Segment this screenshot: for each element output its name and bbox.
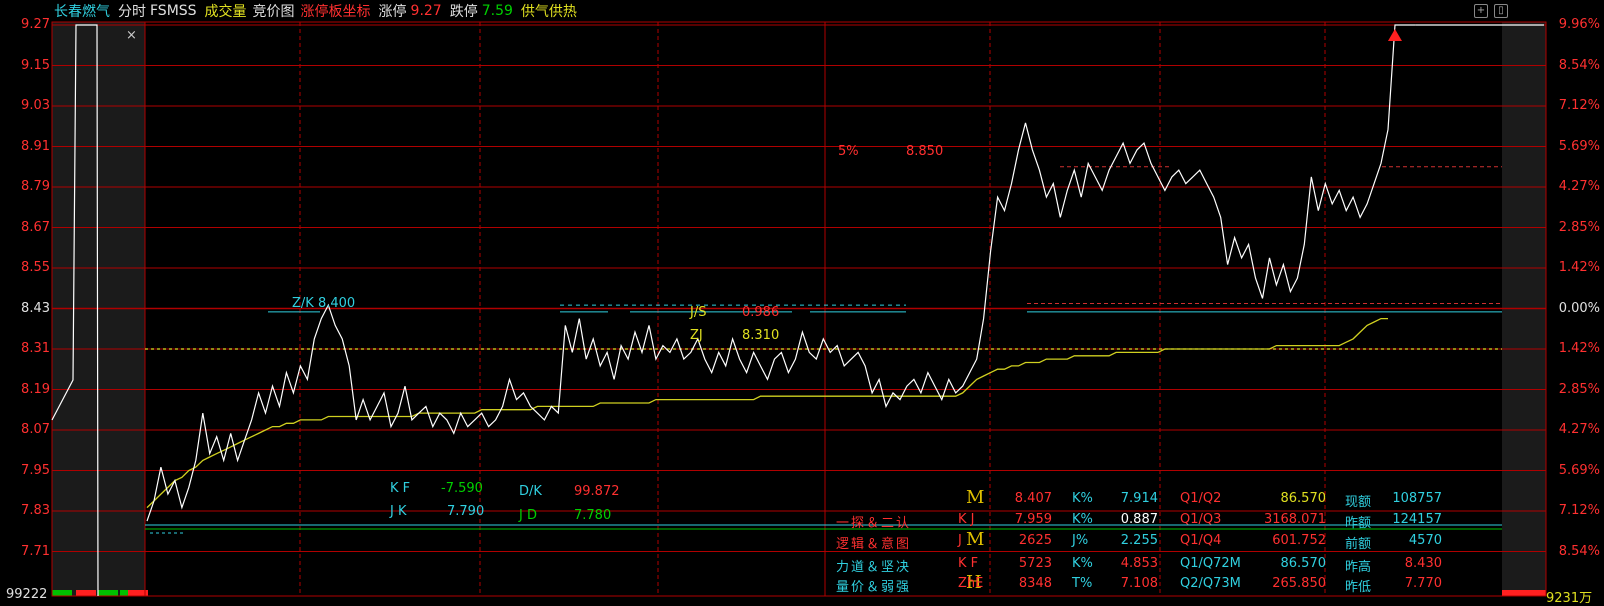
close-icon[interactable]: × <box>126 28 137 43</box>
jk-value: 7.790 <box>447 504 485 519</box>
price-tick-label: 7.95 <box>21 462 50 478</box>
average-price-line <box>146 317 1388 509</box>
row-code: J <box>958 533 962 548</box>
row-amount-label: 昨低 <box>1345 580 1372 595</box>
percent-tick-label: 8.54% <box>1558 57 1600 73</box>
row-value: 8348 <box>1018 576 1052 591</box>
row-q-label: Q1/Q3 <box>1180 512 1222 527</box>
kf-label: K F <box>390 481 411 496</box>
percent-tick-label: 4.27% <box>1558 179 1600 194</box>
price-line <box>146 24 1416 522</box>
percent-tick-label: 2.85% <box>1558 219 1600 235</box>
price-tick-label: 8.19 <box>21 381 50 397</box>
row-q-value: 86.570 <box>1280 491 1327 506</box>
row-q-label: Q2/Q73M <box>1180 576 1241 591</box>
row-k-value: 7.108 <box>1120 576 1158 591</box>
row-q-value: 265.850 <box>1272 576 1326 591</box>
zk-label: Z/K 8.400 <box>292 296 356 311</box>
row-amount-value: 7.770 <box>1404 576 1442 591</box>
row-k-label: K% <box>1072 556 1093 571</box>
percent-tick-label: 5.69% <box>1558 138 1600 154</box>
row-value: 2625 <box>1018 533 1052 548</box>
row-label: 一探＆二认 <box>836 516 912 531</box>
percent-tick-label: 1.42% <box>1558 260 1600 275</box>
row-mark: M <box>966 529 985 550</box>
row-code: ZhE <box>958 576 984 591</box>
price-tick-label: 9.03 <box>21 98 50 113</box>
row-amount-value: 124157 <box>1392 512 1442 527</box>
percent-tick-label: 5.69% <box>1558 462 1600 478</box>
row-k-label: T% <box>1072 576 1093 591</box>
percent-tick-label: 9.96% <box>1558 17 1600 32</box>
percent-tick-label: 8.54% <box>1558 543 1600 559</box>
dk-label: D/K <box>519 484 542 499</box>
row-value: 5723 <box>1018 556 1052 571</box>
row-amount-value: 8.430 <box>1404 556 1442 571</box>
volume-left-value: 99222 <box>6 587 48 602</box>
percent-tick-label: 0.00% <box>1558 300 1600 316</box>
row-q-value: 3168.071 <box>1263 512 1326 527</box>
row-k-value: 2.255 <box>1120 533 1158 548</box>
js-value: 0.986 <box>742 305 780 320</box>
limit-up-marker <box>1387 29 1402 41</box>
row-code: K J <box>958 512 975 527</box>
pct5-value: 8.850 <box>906 144 944 159</box>
price-tick-label: 9.15 <box>21 57 50 73</box>
row-label: 量价＆弱强 <box>836 580 912 595</box>
row-label: 逻辑＆意图 <box>836 537 912 552</box>
row-value: 7.959 <box>1014 512 1052 527</box>
row-amount-label: 现额 <box>1345 495 1372 510</box>
row-q-value: 86.570 <box>1280 556 1327 571</box>
percent-tick-label: 7.12% <box>1558 98 1600 113</box>
percent-tick-label: 1.42% <box>1558 341 1600 356</box>
row-q-label: Q1/Q72M <box>1180 556 1241 571</box>
row-k-value: 0.887 <box>1120 512 1158 527</box>
percent-tick-label: 7.12% <box>1558 503 1600 518</box>
price-tick-label: 8.07 <box>21 422 50 437</box>
price-tick-label: 8.91 <box>21 138 50 154</box>
price-tick-label: 9.27 <box>21 17 50 32</box>
jd-value: 7.780 <box>574 508 612 523</box>
volume-bar <box>52 590 72 596</box>
row-code: K F <box>958 556 979 571</box>
price-tick-label: 8.67 <box>21 219 50 235</box>
row-k-label: J% <box>1072 533 1089 548</box>
jk-label: J K <box>390 504 407 519</box>
pct5-label: 5% <box>838 144 859 159</box>
row-value: 8.407 <box>1014 491 1052 506</box>
kf-value: -7.590 <box>441 481 483 496</box>
row-q-value: 601.752 <box>1272 533 1326 548</box>
percent-tick-label: 4.27% <box>1558 422 1600 437</box>
row-q-label: Q1/Q2 <box>1180 491 1222 506</box>
js-label: J/S <box>690 305 707 320</box>
zj-value: 8.310 <box>742 328 780 343</box>
row-k-label: K% <box>1072 491 1093 506</box>
price-tick-label: 8.79 <box>21 179 50 194</box>
row-amount-label: 前额 <box>1345 537 1372 552</box>
volume-bar <box>1502 590 1546 596</box>
price-tick-label: 8.55 <box>21 260 50 275</box>
row-amount-value: 4570 <box>1408 533 1442 548</box>
row-amount-label: 昨高 <box>1345 560 1372 575</box>
price-tick-label: 7.83 <box>21 503 50 518</box>
row-mark: M <box>966 487 985 508</box>
percent-tick-label: 2.85% <box>1558 381 1600 397</box>
zj-label: ZJ <box>690 328 703 343</box>
price-tick-label: 8.43 <box>21 300 50 316</box>
jd-label: J D <box>519 508 537 523</box>
price-tick-label: 8.31 <box>21 341 50 356</box>
volume-right-value: 9231万 <box>1546 591 1593 606</box>
dk-value: 99.872 <box>574 484 620 499</box>
row-k-value: 4.853 <box>1120 556 1158 571</box>
row-q-label: Q1/Q4 <box>1180 533 1222 548</box>
volume-bar <box>98 590 118 596</box>
row-k-value: 7.914 <box>1120 491 1158 506</box>
row-amount-value: 108757 <box>1392 491 1442 506</box>
row-amount-label: 昨额 <box>1345 516 1372 531</box>
volume-bar <box>76 590 96 596</box>
row-label: 力道＆坚决 <box>836 560 912 575</box>
row-k-label: K% <box>1072 512 1093 527</box>
price-tick-label: 7.71 <box>21 543 50 559</box>
